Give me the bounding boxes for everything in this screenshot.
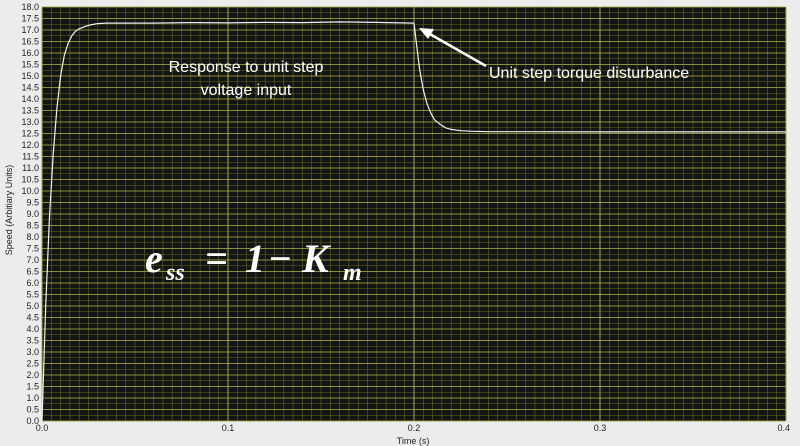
chart-container: 0.0 0.5 1.0 1.5 2.0 2.5 3.0 3.5 4.0 4.5 5.0 5.5 6.0 6… [0, 0, 800, 446]
x-axis-title: Time (s) [397, 436, 430, 446]
x-tick-label: 0.2 [408, 423, 421, 433]
annotation-response-line-1: Response to unit step [169, 59, 324, 76]
y-tick-label: 16.5 [21, 37, 39, 47]
y-tick-label: 12.5 [21, 129, 39, 139]
y-tick-label: 16.0 [21, 48, 39, 58]
y-tick-label: 1.5 [26, 382, 39, 392]
y-tick-label: 8.5 [26, 221, 39, 231]
formula-one: 1 [245, 236, 265, 281]
formula-m-subscript: m [343, 260, 362, 286]
x-tick-label: 0.3 [594, 423, 607, 433]
line-chart: 0.0 0.5 1.01.5 2.02.5 3.03.5 4.04.5 5.05.5 6.06… [0, 0, 800, 446]
y-tick-label: 17.5 [21, 14, 39, 24]
y-tick-label: 17.0 [21, 25, 39, 35]
y-tick-label: 11.0 [22, 163, 39, 173]
y-tick-label: 18.0 [21, 2, 39, 12]
annotation-torque-disturbance: Unit step torque disturbance [489, 65, 689, 82]
y-tick-label: 8.0 [26, 232, 39, 242]
y-tick-label: 5.0 [26, 301, 39, 311]
formula-minus: − [268, 236, 292, 281]
y-tick-label: 9.0 [26, 209, 39, 219]
y-tick-label: 6.5 [26, 267, 39, 277]
y-tick-label: 15.5 [21, 60, 39, 70]
y-tick-label: 6.0 [26, 278, 39, 288]
formula-e: e [145, 236, 163, 281]
y-tick-label: 13.5 [21, 106, 39, 116]
x-tick-label: 0.0 [36, 423, 49, 433]
y-tick-label: 7.0 [26, 255, 39, 265]
y-axis-title: Speed (Arbitiary Units) [4, 165, 14, 256]
y-tick-label: 14.5 [21, 83, 39, 93]
y-tick-label: 10.0 [21, 186, 39, 196]
y-tick-label: 3.5 [26, 336, 39, 346]
formula-equals: = [205, 236, 228, 281]
y-tick-label: 2.5 [26, 359, 39, 369]
y-tick-label: 11.5 [22, 152, 39, 162]
y-tick-label: 3.0 [26, 347, 39, 357]
y-tick-label: 15.0 [21, 71, 39, 81]
y-tick-label: 0.5 [26, 405, 39, 415]
y-tick-label: 7.5 [26, 244, 39, 254]
y-tick-label: 14.0 [21, 94, 39, 104]
x-tick-label: 0.4 [777, 423, 790, 433]
x-tick-label: 0.1 [222, 423, 235, 433]
annotation-response-line-2: voltage input [201, 82, 292, 99]
y-tick-label: 12.0 [21, 140, 39, 150]
y-tick-label: 9.5 [26, 198, 39, 208]
y-tick-label: 5.5 [26, 290, 39, 300]
y-tick-label: 4.5 [26, 313, 39, 323]
y-tick-label: 10.5 [21, 175, 39, 185]
y-tick-label: 4.0 [26, 324, 39, 334]
formula-ss-subscript: ss [165, 260, 185, 286]
y-tick-label: 1.0 [26, 393, 39, 403]
formula-k: K [301, 236, 331, 281]
y-tick-label: 2.0 [26, 370, 39, 380]
y-tick-label: 13.0 [21, 117, 39, 127]
